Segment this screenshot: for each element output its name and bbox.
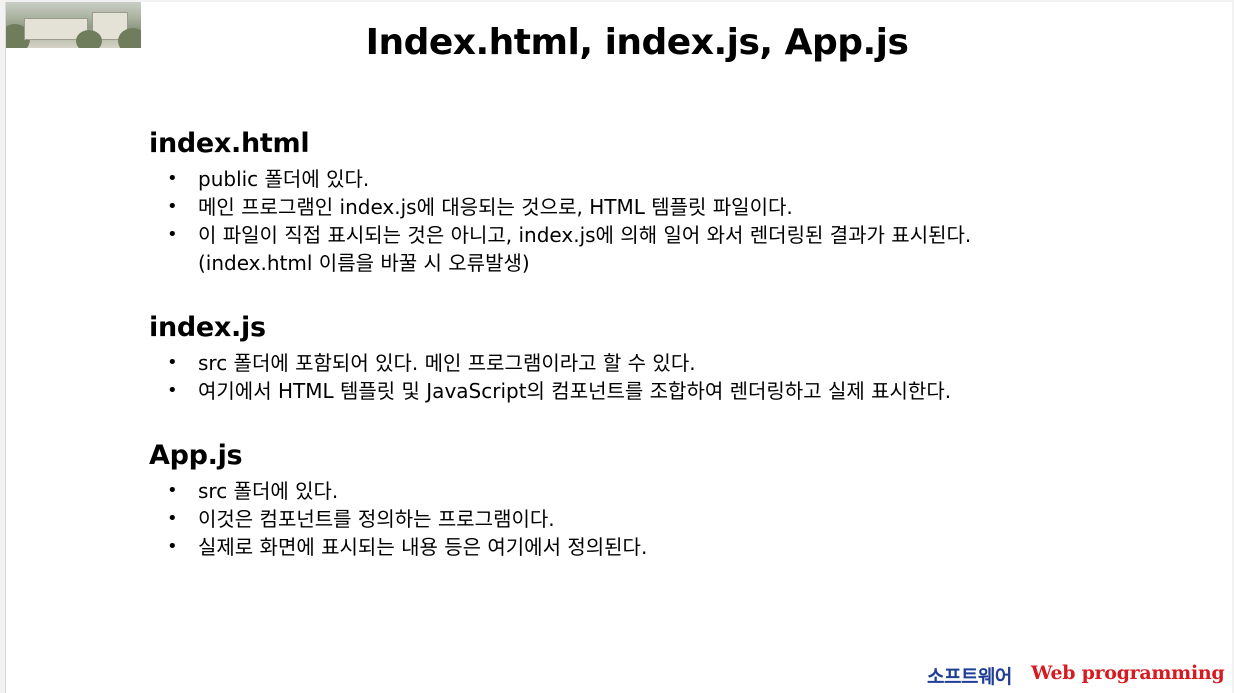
bullet-icon: • bbox=[167, 196, 178, 217]
slide: Index.html, index.js, App.js index.html … bbox=[5, 2, 1232, 693]
list-item: • 메인 프로그램인 index.js에 대응되는 것으로, HTML 템플릿 파… bbox=[167, 195, 793, 219]
list-item: • 여기에서 HTML 템플릿 및 JavaScript의 컴포넌트를 조합하여 … bbox=[167, 379, 952, 403]
list-item: • public 폴더에 있다. bbox=[167, 167, 370, 191]
section-heading: index.js bbox=[149, 312, 266, 343]
list-item: • 실제로 화면에 표시되는 내용 등은 여기에서 정의된다. bbox=[167, 535, 648, 559]
footer-english-logo: Web programming bbox=[1031, 662, 1225, 684]
section-app-js: App.js • src 폴더에 있다. • 이것은 컴포넌트를 정의하는 프로그램… bbox=[149, 440, 647, 561]
list-item: • 이것은 컴포넌트를 정의하는 프로그램이다. bbox=[167, 507, 555, 531]
bullet-icon: • bbox=[167, 224, 178, 245]
section-index-html: index.html • public 폴더에 있다. • 메인 프로그램인 ind… bbox=[149, 128, 971, 277]
bullet-icon: • bbox=[167, 380, 178, 401]
bullet-icon: • bbox=[167, 536, 178, 557]
section-heading: index.html bbox=[149, 128, 310, 159]
list-item-continuation: (index.html 이름을 바꿀 시 오류발생) bbox=[198, 251, 530, 275]
bullet-icon: • bbox=[167, 168, 178, 189]
bullet-icon: • bbox=[167, 352, 178, 373]
section-index-js: index.js • src 폴더에 포함되어 있다. 메인 프로그램이라고 할 … bbox=[149, 312, 951, 405]
footer-korean-logo: 소프트웨어 bbox=[927, 666, 1012, 688]
section-heading: App.js bbox=[149, 440, 243, 471]
bullet-list: • src 폴더에 포함되어 있다. 메인 프로그램이라고 할 수 있다. • 여기… bbox=[149, 349, 951, 405]
list-item: • src 폴더에 포함되어 있다. 메인 프로그램이라고 할 수 있다. bbox=[167, 351, 696, 375]
bullet-icon: • bbox=[167, 480, 178, 501]
bullet-icon: • bbox=[167, 508, 178, 529]
bullet-list: • public 폴더에 있다. • 메인 프로그램인 index.js에 대응되는… bbox=[149, 165, 971, 277]
list-item: • src 폴더에 있다. bbox=[167, 479, 339, 503]
bullet-list: • src 폴더에 있다. • 이것은 컴포넌트를 정의하는 프로그램이다. • 실제… bbox=[149, 477, 647, 561]
list-item: • 이 파일이 직접 표시되는 것은 아니고, index.js에 의해 일어 와… bbox=[167, 223, 972, 275]
slide-title: Index.html, index.js, App.js bbox=[365, 22, 909, 63]
